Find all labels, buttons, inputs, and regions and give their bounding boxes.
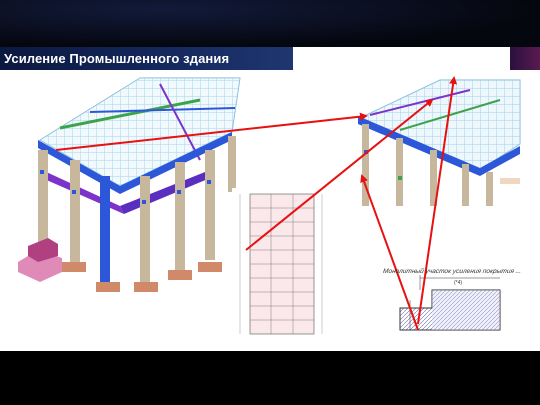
illustration-layer <box>18 76 521 341</box>
floor-plan-drawing <box>232 188 324 341</box>
arrow-section-to-column <box>360 174 419 331</box>
arrow-plan-to-detail <box>245 98 434 251</box>
section-caption: Монолитный участок усиления покрытия ... <box>382 268 522 275</box>
section-dimension: (*4) <box>454 280 463 286</box>
3d-model-image <box>18 77 241 292</box>
